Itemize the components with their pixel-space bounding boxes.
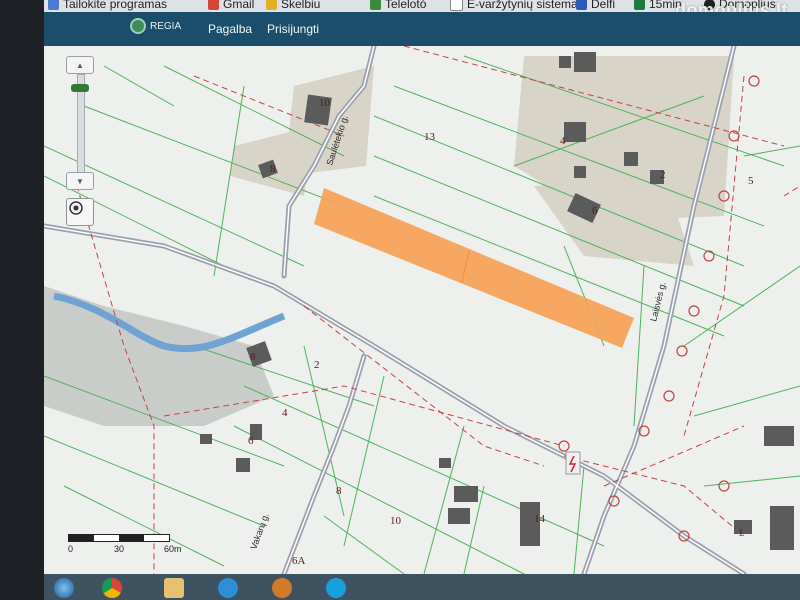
- nav-help[interactable]: Pagalba: [208, 22, 252, 36]
- parcel-number: 1: [738, 527, 744, 539]
- parcel-number: 14: [534, 513, 546, 525]
- terrain-area: [44, 286, 274, 426]
- zoom-out-button[interactable]: ▼: [66, 172, 94, 190]
- bookmark-programs[interactable]: Tailokite programas: [48, 0, 167, 12]
- delfi-icon: [576, 0, 587, 10]
- explorer-taskbar-item[interactable]: [154, 576, 194, 600]
- scale-bar: 0 30 60m: [68, 534, 188, 564]
- chrome-icon: [102, 578, 122, 598]
- settings-taskbar-item[interactable]: [262, 576, 302, 600]
- regia-logo[interactable]: REGIA: [130, 18, 181, 34]
- street-label: Vakarų g.: [248, 512, 270, 551]
- parcel-number: 8: [250, 351, 256, 363]
- parcel-number: 8: [336, 485, 342, 497]
- gmail-icon: [208, 0, 219, 10]
- parcel-number: 4: [560, 135, 566, 147]
- transformer-marker[interactable]: [565, 451, 581, 475]
- parcel-number: 2: [314, 359, 320, 371]
- scale-label: 0: [68, 544, 74, 554]
- windows-logo-icon: [54, 578, 74, 598]
- file-explorer-icon: [164, 578, 184, 598]
- ie-taskbar-item[interactable]: [208, 576, 248, 600]
- parcel-number: 8: [270, 163, 276, 175]
- skype-taskbar-item[interactable]: [316, 576, 356, 600]
- page-icon: [450, 0, 463, 11]
- parcel-number: 2: [660, 169, 666, 181]
- regia-logo-icon: [130, 18, 146, 34]
- scale-bar-line: [68, 534, 170, 542]
- bookmark-delfi[interactable]: Delfi: [576, 0, 615, 12]
- bookmark-skelbiu[interactable]: Skelbiu: [266, 0, 320, 12]
- app-header: REGIA Pagalba Prisijungti: [44, 12, 800, 46]
- skype-icon: [326, 578, 346, 598]
- windows-taskbar: [44, 574, 800, 600]
- parcel-number: 5: [748, 175, 754, 187]
- zoom-slider-handle[interactable]: [71, 84, 89, 92]
- internet-explorer-icon: [218, 578, 238, 598]
- start-button[interactable]: [44, 576, 84, 600]
- monitor-bezel: [0, 0, 44, 600]
- gear-icon: [272, 578, 292, 598]
- bookmark-evarzytynes[interactable]: E-varžytynių sistema: [450, 0, 578, 12]
- parcel-number: 10: [390, 515, 402, 527]
- crosshair-icon: [69, 201, 83, 215]
- skelbiu-icon: [266, 0, 277, 10]
- parcel-number: 6: [592, 205, 598, 217]
- 15min-icon: [634, 0, 645, 10]
- scale-label: 30: [114, 544, 125, 554]
- chrome-taskbar-item[interactable]: [92, 576, 132, 600]
- map-canvas[interactable]: 10 8 13 4 2 6 5 8 2 4 6 8 10 14 1 6A Sau…: [44, 46, 800, 574]
- parcel-number: 4: [282, 407, 288, 419]
- teleloto-icon: [370, 0, 381, 10]
- nav-login[interactable]: Prisijungti: [267, 22, 319, 36]
- parcel-number: 6A: [292, 555, 306, 567]
- parcel-number: 13: [424, 131, 436, 143]
- scale-label: 60m: [164, 544, 182, 554]
- cadastral-map: 10 8 13 4 2 6 5 8 2 4 6 8 10 14 1 6A Sau…: [44, 46, 800, 574]
- apps-icon: [48, 0, 59, 10]
- zoom-in-button[interactable]: ▲: [66, 56, 94, 74]
- parcel-number: 10: [319, 97, 331, 109]
- locate-button[interactable]: [66, 198, 94, 226]
- bookmark-teleloto[interactable]: Telelotó: [370, 0, 426, 12]
- street-label: Laisvės g.: [648, 281, 668, 323]
- bookmark-gmail[interactable]: Gmail: [208, 0, 254, 12]
- parcel-number: 6: [248, 435, 254, 447]
